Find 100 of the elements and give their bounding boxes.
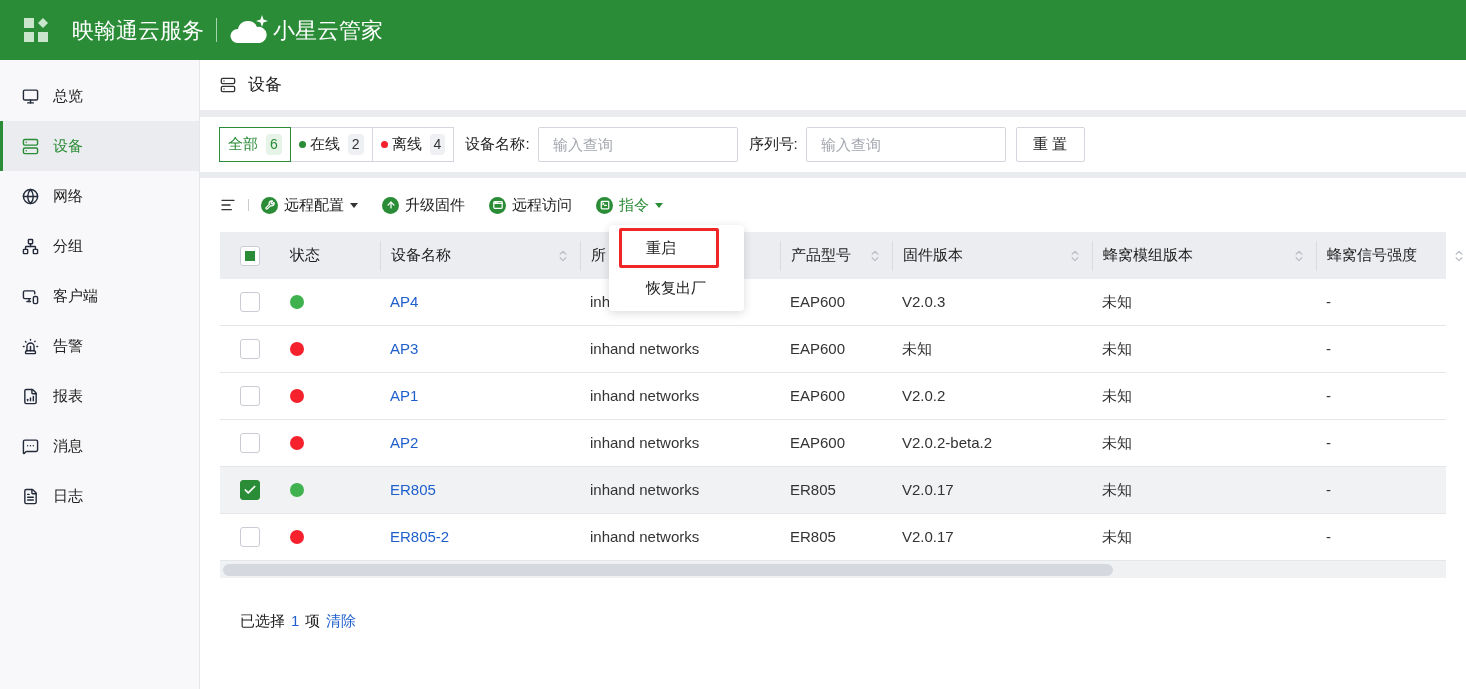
sidebar-item[interactable]: 报表 (0, 371, 199, 421)
column-header: 蜂窝信号强度 (1316, 240, 1466, 271)
search-field[interactable]: 输入查询 (805, 127, 1006, 162)
table-cell: inhand networks (590, 528, 700, 545)
dropdown-button[interactable]: 指令 (596, 193, 663, 217)
table-cell: ER805 (790, 528, 836, 545)
dropdown-button[interactable]: 远程配置 (261, 193, 358, 217)
product-title: 小星云管家 (273, 16, 383, 45)
selection-count: 1 (291, 611, 300, 631)
table-cell: inh (590, 293, 611, 310)
tab-label: 在线 (309, 134, 340, 155)
devices-icon (22, 287, 39, 305)
field-label: 设备名称: (465, 134, 530, 155)
device-link[interactable]: ER805-2 (390, 528, 450, 545)
column-header: 设备名称 (380, 240, 580, 271)
scrollbar-thumb[interactable] (223, 563, 1113, 576)
table-cell: 未知 (1102, 387, 1132, 404)
sidebar-item[interactable]: 日志 (0, 471, 199, 521)
filter-tab[interactable]: 在线 2 (289, 127, 373, 162)
count-badge: 6 (266, 134, 282, 155)
reset-button[interactable]: 重 置 (1015, 127, 1085, 162)
device-link[interactable]: ER805 (390, 481, 436, 498)
window-icon (489, 196, 506, 214)
table-cell: 未知 (1102, 293, 1132, 310)
caret-icon (655, 202, 663, 208)
report-icon (22, 387, 39, 405)
terminal-icon (596, 196, 613, 214)
sidebar-item[interactable]: 分组 (0, 221, 199, 271)
sidebar-item[interactable]: 客户端 (0, 271, 199, 321)
device-link[interactable]: AP2 (390, 434, 419, 451)
sidebar-item[interactable]: 网络 (0, 171, 199, 221)
caret-icon (350, 202, 358, 208)
hierarchy-icon (22, 237, 39, 255)
column-header: 产品型号 (780, 240, 892, 271)
table-cell: inhand networks (590, 387, 700, 404)
table-cell: EAP600 (790, 293, 846, 310)
menu-icon[interactable] (220, 197, 236, 213)
menu-item[interactable]: 重启 (619, 228, 719, 268)
table-row[interactable]: ER805 inhand networks ER805 V2.0.17 未知 - (220, 467, 1446, 514)
wrench-icon (261, 196, 278, 214)
table-cell: EAP600 (790, 387, 846, 404)
sidebar-item[interactable]: 消息 (0, 421, 199, 471)
table-cell: V2.0.17 (902, 528, 954, 545)
page-title: 设备 (248, 74, 282, 97)
monitor-icon (22, 87, 39, 105)
table-cell: - (1326, 340, 1331, 357)
brand-title: 映翰通云服务 (72, 16, 204, 45)
sidebar-item[interactable]: 告警 (0, 321, 199, 371)
tab-label: 全部 (228, 134, 258, 155)
toolbar-button[interactable]: 升级固件 (382, 193, 465, 217)
table-cell: 未知 (1102, 434, 1132, 451)
table-cell: EAP600 (790, 340, 846, 357)
count-badge: 2 (347, 134, 364, 155)
server-icon (22, 137, 39, 155)
table-cell: 未知 (902, 340, 932, 357)
table-cell: ER805 (790, 481, 836, 498)
toolbar-button[interactable]: 远程访问 (489, 193, 572, 217)
checkbox[interactable] (240, 527, 260, 547)
selection-unit: 项 (305, 611, 321, 631)
table-cell: - (1326, 434, 1331, 451)
checkbox[interactable] (240, 292, 260, 312)
table-cell: EAP600 (790, 434, 846, 451)
siren-icon (22, 337, 39, 355)
column-header: 蜂窝模组版本 (1092, 240, 1316, 271)
table-cell: - (1326, 387, 1331, 404)
table-cell: 未知 (1102, 340, 1132, 357)
globe-icon (22, 187, 39, 205)
checkbox[interactable] (240, 433, 260, 453)
device-link[interactable]: AP4 (390, 293, 419, 310)
arrow-up-icon (382, 196, 399, 214)
table-cell: V2.0.2 (902, 387, 946, 404)
table-cell: - (1326, 293, 1331, 310)
filter-tab[interactable]: 离线 4 (371, 127, 455, 162)
tab-label: 离线 (391, 134, 422, 155)
device-link[interactable]: AP3 (390, 340, 419, 357)
sidebar-item[interactable]: 设备 (0, 121, 199, 171)
grid-logo-icon (24, 18, 48, 42)
table-cell: inhand networks (590, 340, 700, 357)
cloud-star-logo-icon (229, 15, 269, 45)
table-cell: V2.0.2-beta.2 (902, 434, 993, 451)
server-icon (220, 77, 236, 93)
search-field[interactable]: 输入查询 (537, 127, 738, 162)
checkbox[interactable] (240, 480, 260, 500)
filter-tab[interactable]: 全部 6 (219, 127, 291, 162)
table-cell: 未知 (1102, 528, 1132, 545)
check-icon (243, 483, 257, 497)
table-cell: inhand networks (590, 434, 700, 451)
field-label: 序列号: (748, 134, 798, 155)
table-cell: - (1326, 528, 1331, 545)
column-header: 固件版本 (892, 240, 1092, 271)
sidebar-item[interactable]: 总览 (0, 71, 199, 121)
device-link[interactable]: AP1 (390, 387, 419, 404)
table-cell: V2.0.3 (902, 293, 946, 310)
table-cell: - (1326, 481, 1331, 498)
clear-link[interactable]: 清除 (326, 610, 357, 633)
checkbox[interactable] (240, 386, 260, 406)
select-all-checkbox[interactable] (240, 245, 260, 266)
column-header: 状态 (289, 245, 321, 266)
chat-icon (22, 437, 39, 455)
checkbox[interactable] (240, 339, 260, 359)
